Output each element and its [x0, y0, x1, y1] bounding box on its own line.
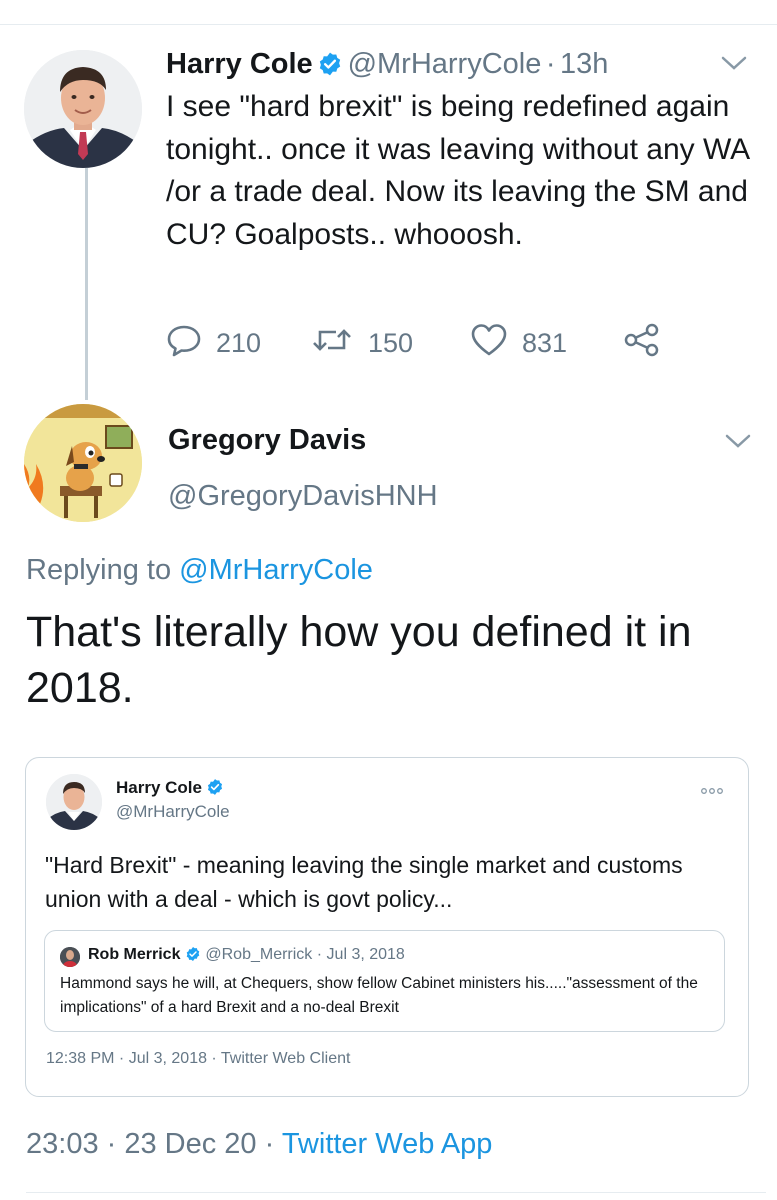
like-icon — [470, 322, 508, 365]
verified-badge-icon — [206, 778, 224, 801]
author-name[interactable]: Harry Cole — [166, 48, 313, 80]
tweet-time[interactable]: 13h — [560, 48, 608, 80]
like-action[interactable]: 831 — [470, 322, 567, 365]
top-divider — [0, 24, 777, 25]
avatar-gregory-davis[interactable] — [24, 404, 142, 522]
thread-connector-line — [85, 168, 88, 400]
author-handle[interactable]: @MrHarryCole — [348, 48, 542, 80]
time-separator: · — [545, 48, 556, 80]
reply-timestamp-line: 23:03 · 23 Dec 20 · Twitter Web App — [26, 1128, 492, 1161]
quoted-meta: 12:38 PM · Jul 3, 2018 · Twitter Web Cli… — [46, 1050, 351, 1067]
avatar-harry-cole[interactable] — [24, 50, 142, 168]
quoted-header: Harry Cole — [116, 778, 224, 801]
tweet-text: I see "hard brexit" is being redefined a… — [166, 90, 749, 251]
inner-author-name: Rob Merrick — [88, 946, 181, 963]
replying-to-mention[interactable]: @MrHarryCole — [179, 554, 373, 586]
more-options-icon — [700, 782, 724, 800]
reply-icon — [166, 322, 202, 365]
verified-badge-icon — [185, 946, 201, 967]
quoted-author-handle: @MrHarryCole — [116, 802, 230, 821]
retweet-count: 150 — [368, 328, 414, 358]
inner-header: Rob Merrick @Rob_Merrick · Jul 3, 2018 — [88, 946, 405, 967]
quoted-avatar — [46, 774, 102, 830]
reply-timestamp[interactable]: 23:03 · 23 Dec 20 · — [26, 1128, 274, 1160]
like-count: 831 — [522, 328, 568, 358]
reply-author-handle[interactable]: @GregoryDavisHNH — [168, 480, 438, 513]
replying-to-prefix: Replying to — [26, 554, 172, 586]
reply-author-name[interactable]: Gregory Davis — [168, 424, 366, 457]
inner-text: Hammond says he will, at Chequers, show … — [60, 975, 698, 1016]
retweet-icon — [310, 322, 354, 365]
reply-count: 210 — [216, 328, 262, 358]
quoted-text: "Hard Brexit" - meaning leaving the sing… — [45, 852, 683, 912]
reply-source[interactable]: Twitter Web App — [282, 1128, 493, 1160]
tweet-header: Harry Cole @MrHarryCole · 13h — [166, 48, 608, 82]
replying-to-line: Replying to @MrHarryCole — [26, 554, 373, 587]
chevron-down-icon[interactable] — [724, 432, 752, 455]
inner-author-handle: @Rob_Merrick — [205, 946, 313, 963]
inner-date: · Jul 3, 2018 — [316, 946, 405, 963]
retweet-action[interactable]: 150 — [310, 322, 413, 365]
quoted-author-name: Harry Cole — [116, 778, 202, 797]
bottom-divider — [26, 1192, 766, 1193]
reply-action[interactable]: 210 — [166, 322, 261, 365]
chevron-down-icon[interactable] — [720, 54, 748, 77]
reply-text: That's literally how you defined it in 2… — [26, 608, 692, 712]
inner-avatar — [60, 947, 80, 967]
share-icon[interactable] — [622, 322, 662, 363]
verified-badge-icon — [317, 51, 343, 82]
